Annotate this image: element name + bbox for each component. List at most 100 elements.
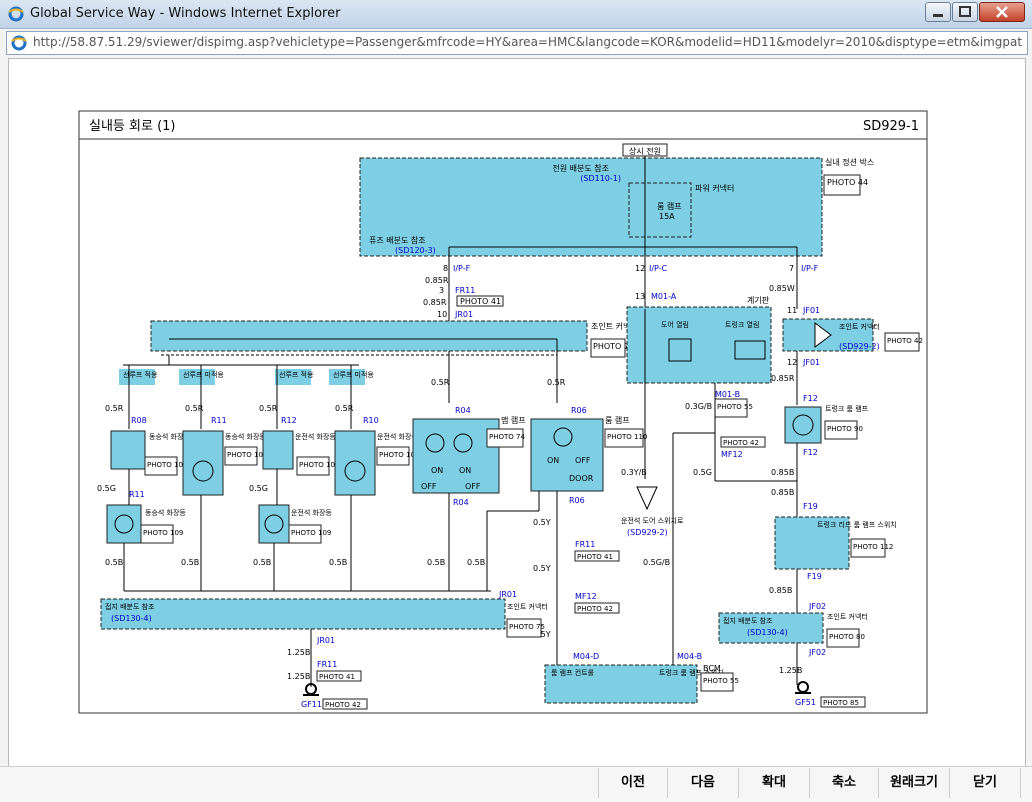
diagram-label: 0.85R [771,374,795,383]
diagram-label: 0.85B [771,468,794,477]
diagram-label: PHOTO 55 [717,403,753,411]
diagram-label: 0.5R [335,404,354,413]
wire-085r-2: 0.85R [423,298,447,307]
diagram-label: M04-D [573,652,599,661]
diagram-label: 0.3G/B [685,402,712,411]
diagram-label: 0.5B [427,558,445,567]
fr11-pin: 3 [439,286,444,295]
diagram-label: 트렁크 열림 [725,321,759,329]
diagram-label: 조인트 커넥터 [827,612,868,621]
jr01-connector: JR01 [454,310,473,319]
diagram-label: PHOTO 85 [823,699,859,707]
diagram-label: ON [431,466,443,475]
diagram-label: PHOTO 109 [227,451,267,459]
sunroof-on-label-1: 선루프 적용 [123,370,158,379]
maximize-button[interactable] [952,2,978,22]
diagram-code: SD929-1 [863,119,919,134]
diagram-label: PHOTO 55 [703,677,739,685]
diagram-label: JR01 [498,590,517,599]
next-button[interactable]: 다음 [667,768,738,798]
ipf2-connector: I/P-F [801,264,819,273]
diagram-label: R04 [453,498,469,507]
diagram-label: R04 [455,406,471,415]
prev-button[interactable]: 이전 [598,768,667,798]
diagram-label: GF11 [301,700,322,709]
ie-logo-icon [8,6,24,22]
diagram-label: R06 [569,496,585,505]
diagram-label: R10 [363,416,379,425]
original-size-button[interactable]: 원래크기 [878,768,949,798]
diagram-label: FR11 [317,660,337,669]
diagram-label: R11 [129,490,145,499]
diagram-label: PHOTO 109 [291,529,331,537]
diagram-label: PHOTO 110 [607,433,647,441]
diagram-label: M01-B [715,390,740,399]
diagram-label: 1.25B [779,666,802,675]
diagram-label: M04-B [677,652,702,661]
close-button[interactable] [979,2,1025,22]
trunk-room-lamp [784,406,822,444]
diagram-label: 계기판 [747,295,770,305]
diagram-label: 동승석 화장등 [145,508,186,517]
sd110-ref: (SD110-1) [580,174,621,183]
diagram-label: 1.25B [287,648,310,657]
ground-junction-bottom [100,598,506,630]
sunroof-on-label-2: 선루프 적용 [279,370,314,379]
diagram-label: JF02 [808,648,826,657]
diagram-label: 0.5B [467,558,485,567]
fuse-dist-ref-label: 퓨즈 배분도 참조 [369,235,426,245]
diagram-label: R12 [281,416,297,425]
diagram-label: MF12 [575,592,597,601]
maximize-icon [959,6,971,17]
diagram-label: MF12 [721,450,743,459]
diagram-label: F12 [803,448,818,457]
ipf-connector: I/P-F [453,264,471,273]
diagram-label: M01-A [651,292,677,301]
page-icon [11,35,27,51]
joint-connector-top [150,320,588,352]
diagram-label: PHOTO 112 [853,543,893,551]
zoom-out-button[interactable]: 축소 [809,768,878,798]
address-bar[interactable]: http://58.87.51.29/sviewer/dispimg.asp?v… [6,31,1028,55]
address-url[interactable]: http://58.87.51.29/sviewer/dispimg.asp?v… [33,35,1023,49]
diagram-label: 접지 배분도 참조 [723,616,773,625]
diagram-label: F12 [803,394,818,403]
diagram-label: JR01 [316,636,335,645]
diagram-label: PHOTO 42 [325,701,361,709]
bottom-nav-bar: 이전 다음 확대 축소 원래크기 닫기 [0,766,1032,802]
zoom-in-button[interactable]: 확대 [738,768,809,798]
diagram-label: 접지 배분도 참조 [105,602,155,611]
minimize-button[interactable] [925,2,951,22]
diagram-label: 11 [787,306,797,315]
diagram-label: 도어 열림 [661,320,689,329]
diagram-label: 조인트 커넥터 [839,322,880,331]
minimize-icon [933,14,943,17]
photo44-label: PHOTO 44 [827,178,868,187]
photo41-label: PHOTO 41 [460,297,501,306]
diagram-label: PHOTO 109 [143,529,183,537]
diagram-label: 0.5B [105,558,123,567]
power-dist-ref-label: 전원 배분도 참조 [552,163,609,173]
sd120-ref: (SD120-3) [395,246,436,255]
diagram-label: PHOTO 42 [723,439,759,447]
diagram-label: OFF [575,456,591,465]
diagram-label: 0.5G [249,484,268,493]
diagram-label: JF02 [808,602,826,611]
diagram-label: 0.85W [769,284,795,293]
diagram-label: PHOTO 109 [147,461,187,469]
diagram-label: 1.25B [287,672,310,681]
diagram-label: 0.5R [431,378,450,387]
wire-085r-1: 0.85R [425,276,449,285]
diagram-label: 맵 램프 [501,415,526,425]
diagram-label: JF01 [802,306,820,315]
diagram-label: (SD929-2) [839,342,880,351]
instrument-cluster [626,306,772,384]
diagram-label: 0.5B [253,558,271,567]
title-bar: Global Service Way - Windows Internet Ex… [0,0,1032,29]
diagram-label: 트렁크 리드 룸 램프 스위치 [817,520,897,529]
diagram-title: 실내등 회로 (1) [89,119,175,134]
close-page-button[interactable]: 닫기 [949,768,1021,798]
diagram-label: DOOR [569,474,594,483]
diagram-label: 0.5R [547,378,566,387]
diagram-label: PHOTO 109 [299,461,339,469]
